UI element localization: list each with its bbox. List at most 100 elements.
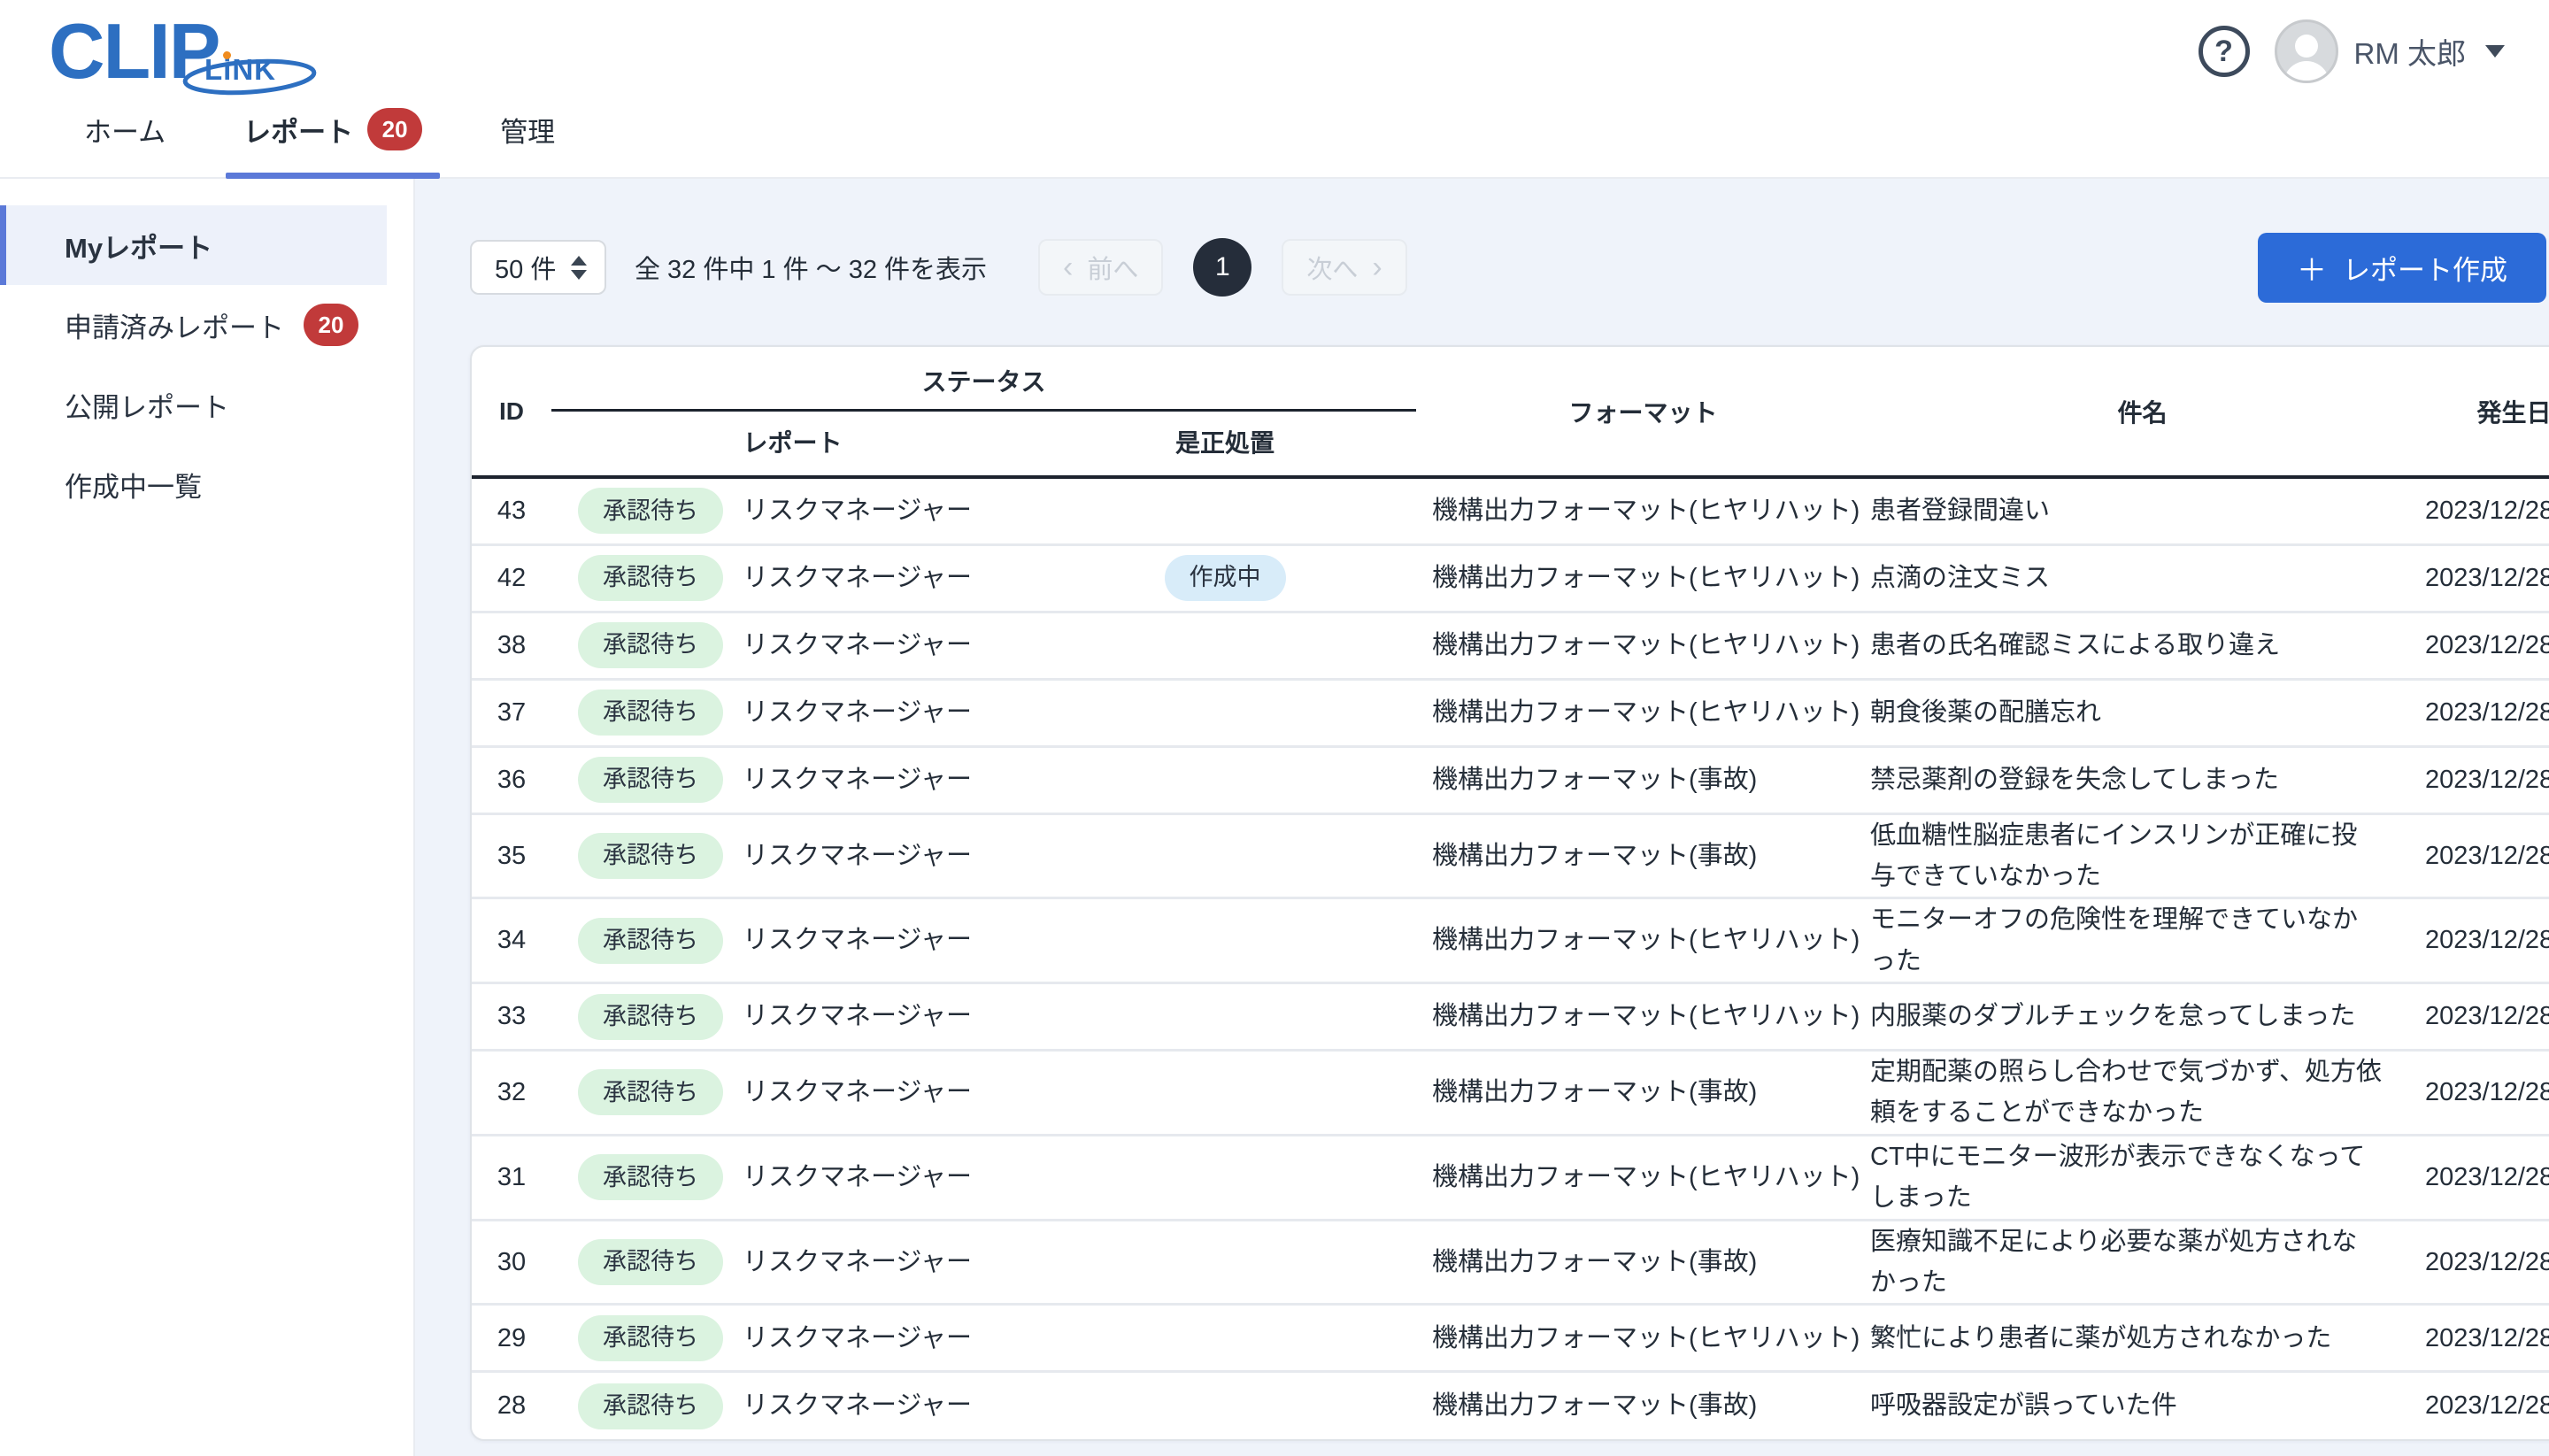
report-status-cell: 承認待ちリスクマネージャー xyxy=(551,746,1034,813)
chevron-left-icon: ‹ xyxy=(1063,252,1073,282)
app-header: CLIP LiNK ? RM 太郎 ホーム レポート 20 管理 xyxy=(0,0,2549,179)
prev-page-button[interactable]: ‹ 前へ xyxy=(1038,239,1163,296)
report-approver-role: リスクマネージャー xyxy=(743,1242,972,1283)
pagination: ‹ 前へ 1 次へ › xyxy=(1038,238,1407,297)
corrective-status-cell xyxy=(1034,1372,1416,1439)
report-id-cell: 30 xyxy=(472,1220,551,1305)
report-table-row[interactable]: 34承認待ちリスクマネージャー機構出力フォーマット(ヒヤリハット)モニターオフの… xyxy=(472,898,2549,983)
help-icon[interactable]: ? xyxy=(2199,26,2250,77)
report-table-row[interactable]: 32承認待ちリスクマネージャー機構出力フォーマット(事故)定期配薬の照らし合わせ… xyxy=(472,1051,2549,1136)
report-format-cell: 機構出力フォーマット(ヒヤリハット) xyxy=(1416,679,1870,746)
select-caret-icon xyxy=(571,256,587,280)
sidebar-submitted-badge: 20 xyxy=(304,304,358,346)
report-table-row[interactable]: 28承認待ちリスクマネージャー機構出力フォーマット(事故)呼吸器設定が誤っていた… xyxy=(472,1372,2549,1439)
report-date-cell: 2023/12/28 xyxy=(2414,1051,2549,1136)
current-page-button[interactable]: 1 xyxy=(1193,238,1251,297)
tab-admin[interactable]: 管理 xyxy=(482,81,573,179)
report-subject-cell: 低血糖性脳症患者にインスリンが正確に投与できていなかった xyxy=(1870,813,2414,898)
report-format-cell: 機構出力フォーマット(事故) xyxy=(1416,1220,1870,1305)
col-header-id: ID xyxy=(472,347,551,477)
report-status-badge: 承認待ち xyxy=(578,833,723,879)
create-report-button[interactable]: ＋ レポート作成 xyxy=(2258,233,2546,303)
report-approver-role: リスクマネージャー xyxy=(743,625,972,666)
report-date-cell: 2023/12/28 xyxy=(2414,746,2549,813)
sidebar-item-public-reports[interactable]: 公開レポート xyxy=(0,365,413,444)
report-status-badge: 承認待ち xyxy=(578,689,723,736)
sidebar-item-my-reports[interactable]: Myレポート xyxy=(0,205,387,285)
corrective-status-cell xyxy=(1034,983,1416,1051)
report-format-cell: 機構出力フォーマット(ヒヤリハット) xyxy=(1416,898,1870,983)
report-subject-cell: 点滴の注文ミス xyxy=(1870,544,2414,612)
report-status-badge: 承認待ち xyxy=(578,1239,723,1285)
report-approver-role: リスクマネージャー xyxy=(743,558,972,598)
avatar-body-shape xyxy=(2283,61,2330,83)
corrective-status-cell xyxy=(1034,898,1416,983)
sidebar-item-submitted-reports[interactable]: 申請済みレポート 20 xyxy=(0,285,413,365)
next-page-button[interactable]: 次へ › xyxy=(1282,239,1406,296)
report-date-cell: 2023/12/28 xyxy=(2414,1305,2549,1372)
report-status-cell: 承認待ちリスクマネージャー xyxy=(551,477,1034,544)
report-id-cell: 28 xyxy=(472,1372,551,1439)
report-date-cell: 2023/12/28 xyxy=(2414,1372,2549,1439)
tab-admin-label: 管理 xyxy=(500,110,555,150)
report-status-cell: 承認待ちリスクマネージャー xyxy=(551,679,1034,746)
report-table-row[interactable]: 37承認待ちリスクマネージャー機構出力フォーマット(ヒヤリハット)朝食後薬の配膳… xyxy=(472,679,2549,746)
avatar xyxy=(2275,19,2338,83)
report-table-row[interactable]: 35承認待ちリスクマネージャー機構出力フォーマット(事故)低血糖性脳症患者にイン… xyxy=(472,813,2549,898)
sidebar-item-label: 申請済みレポート xyxy=(65,305,284,345)
report-id-cell: 43 xyxy=(472,477,551,544)
report-approver-role: リスクマネージャー xyxy=(743,1385,972,1426)
col-header-status-corrective: 是正処置 xyxy=(1034,411,1416,478)
report-status-badge: 承認待ち xyxy=(578,757,723,803)
user-menu[interactable]: RM 太郎 xyxy=(2275,19,2506,83)
report-approver-role: リスクマネージャー xyxy=(743,692,972,733)
report-format-cell: 機構出力フォーマット(ヒヤリハット) xyxy=(1416,544,1870,612)
tab-home[interactable]: ホーム xyxy=(66,81,183,179)
report-status-badge: 承認待ち xyxy=(578,918,723,964)
report-table-row[interactable]: 31承認待ちリスクマネージャー機構出力フォーマット(ヒヤリハット)CT中にモニタ… xyxy=(472,1135,2549,1220)
report-format-cell: 機構出力フォーマット(事故) xyxy=(1416,1372,1870,1439)
main-content: 50 件 全 32 件中 1 件 〜 32 件を表示 ‹ 前へ 1 次へ › ＋ xyxy=(415,179,2549,1456)
chevron-right-icon: › xyxy=(1372,252,1382,282)
report-date-cell: 2023/12/28 xyxy=(2414,679,2549,746)
report-status-badge: 承認待ち xyxy=(578,1383,723,1429)
report-format-cell: 機構出力フォーマット(事故) xyxy=(1416,1051,1870,1136)
col-header-format: フォーマット xyxy=(1416,347,1870,477)
report-status-badge: 承認待ち xyxy=(578,488,723,534)
report-date-cell: 2023/12/28 xyxy=(2414,612,2549,679)
report-status-badge: 承認待ち xyxy=(578,555,723,601)
report-id-cell: 36 xyxy=(472,746,551,813)
report-table-row[interactable]: 30承認待ちリスクマネージャー機構出力フォーマット(事故)医療知識不足により必要… xyxy=(472,1220,2549,1305)
report-table-card: ID ステータス フォーマット 件名 発生日 レポート 是正処置 43承認待ちリ… xyxy=(470,345,2549,1441)
report-status-cell: 承認待ちリスクマネージャー xyxy=(551,544,1034,612)
page-size-select[interactable]: 50 件 xyxy=(470,240,606,295)
report-table-row[interactable]: 36承認待ちリスクマネージャー機構出力フォーマット(事故)禁忌薬剤の登録を失念し… xyxy=(472,746,2549,813)
report-table: ID ステータス フォーマット 件名 発生日 レポート 是正処置 43承認待ちリ… xyxy=(472,347,2549,1439)
report-id-cell: 38 xyxy=(472,612,551,679)
tab-reports[interactable]: レポート 20 xyxy=(226,81,440,179)
report-table-row[interactable]: 29承認待ちリスクマネージャー機構出力フォーマット(ヒヤリハット)繁忙により患者… xyxy=(472,1305,2549,1372)
report-table-row[interactable]: 33承認待ちリスクマネージャー機構出力フォーマット(ヒヤリハット)内服薬のダブル… xyxy=(472,983,2549,1051)
report-date-cell: 2023/12/28 xyxy=(2414,477,2549,544)
report-table-row[interactable]: 42承認待ちリスクマネージャー作成中機構出力フォーマット(ヒヤリハット)点滴の注… xyxy=(472,544,2549,612)
report-id-cell: 29 xyxy=(472,1305,551,1372)
corrective-status-cell xyxy=(1034,1305,1416,1372)
sidebar-item-label: Myレポート xyxy=(65,226,212,266)
report-status-cell: 承認待ちリスクマネージャー xyxy=(551,813,1034,898)
report-subject-cell: 朝食後薬の配膳忘れ xyxy=(1870,679,2414,746)
report-table-row[interactable]: 43承認待ちリスクマネージャー機構出力フォーマット(ヒヤリハット)患者登録間違い… xyxy=(472,477,2549,544)
report-date-cell: 2023/12/28 xyxy=(2414,544,2549,612)
report-status-badge: 承認待ち xyxy=(578,1154,723,1200)
report-table-row[interactable]: 38承認待ちリスクマネージャー機構出力フォーマット(ヒヤリハット)患者の氏名確認… xyxy=(472,612,2549,679)
report-status-badge: 承認待ち xyxy=(578,1069,723,1115)
corrective-status-cell xyxy=(1034,612,1416,679)
report-date-cell: 2023/12/28 xyxy=(2414,1220,2549,1305)
report-date-cell: 2023/12/28 xyxy=(2414,1135,2549,1220)
tab-reports-badge: 20 xyxy=(367,108,422,150)
report-status-badge: 承認待ち xyxy=(578,1315,723,1361)
col-header-date: 発生日 xyxy=(2414,347,2549,477)
report-subject-cell: モニターオフの危険性を理解できていなかった xyxy=(1870,898,2414,983)
sidebar-item-drafts[interactable]: 作成中一覧 xyxy=(0,444,413,524)
report-format-cell: 機構出力フォーマット(ヒヤリハット) xyxy=(1416,983,1870,1051)
report-format-cell: 機構出力フォーマット(ヒヤリハット) xyxy=(1416,1135,1870,1220)
